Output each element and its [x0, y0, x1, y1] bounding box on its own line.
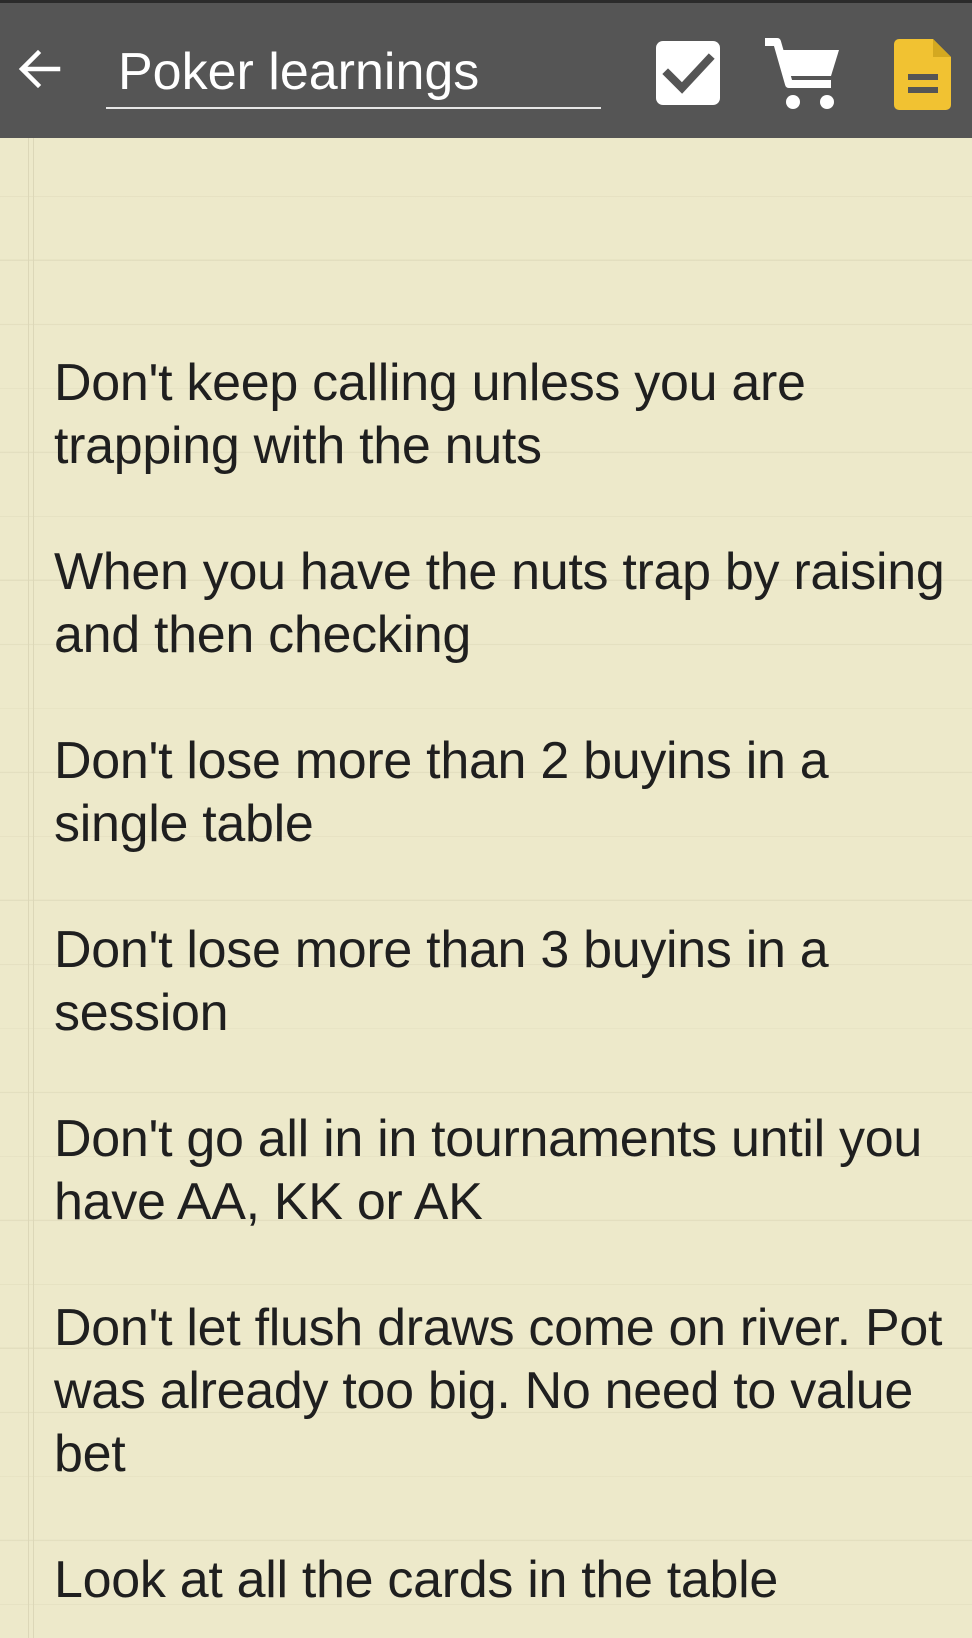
- toolbar: [0, 0, 972, 138]
- note-line[interactable]: Don't keep calling unless you are trappi…: [54, 352, 964, 478]
- document-icon: [894, 39, 951, 110]
- note-line[interactable]: When you have the nuts trap by raising a…: [54, 541, 964, 667]
- note-line[interactable]: Don't let flush draws come on river. Pot…: [54, 1297, 964, 1486]
- shopping-cart-icon: [765, 38, 839, 109]
- back-button[interactable]: [14, 43, 66, 95]
- note-line[interactable]: Look at all the cards in the table: [54, 1549, 964, 1612]
- checklist-button[interactable]: [652, 37, 724, 109]
- note-list: Don't keep calling unless you are trappi…: [54, 352, 964, 1638]
- note-title-field[interactable]: [106, 37, 601, 109]
- note-body[interactable]: Don't keep calling unless you are trappi…: [0, 138, 972, 1638]
- arrow-left-icon: [18, 49, 61, 89]
- checkbox-icon: [656, 41, 720, 105]
- note-title-input[interactable]: [106, 37, 601, 107]
- document-button[interactable]: [888, 33, 958, 115]
- note-line[interactable]: Don't lose more than 2 buyins in a singl…: [54, 730, 964, 856]
- note-line[interactable]: Don't go all in in tournaments until you…: [54, 1108, 964, 1234]
- note-line[interactable]: Don't lose more than 3 buyins in a sessi…: [54, 919, 964, 1045]
- shopping-list-button[interactable]: [762, 33, 844, 115]
